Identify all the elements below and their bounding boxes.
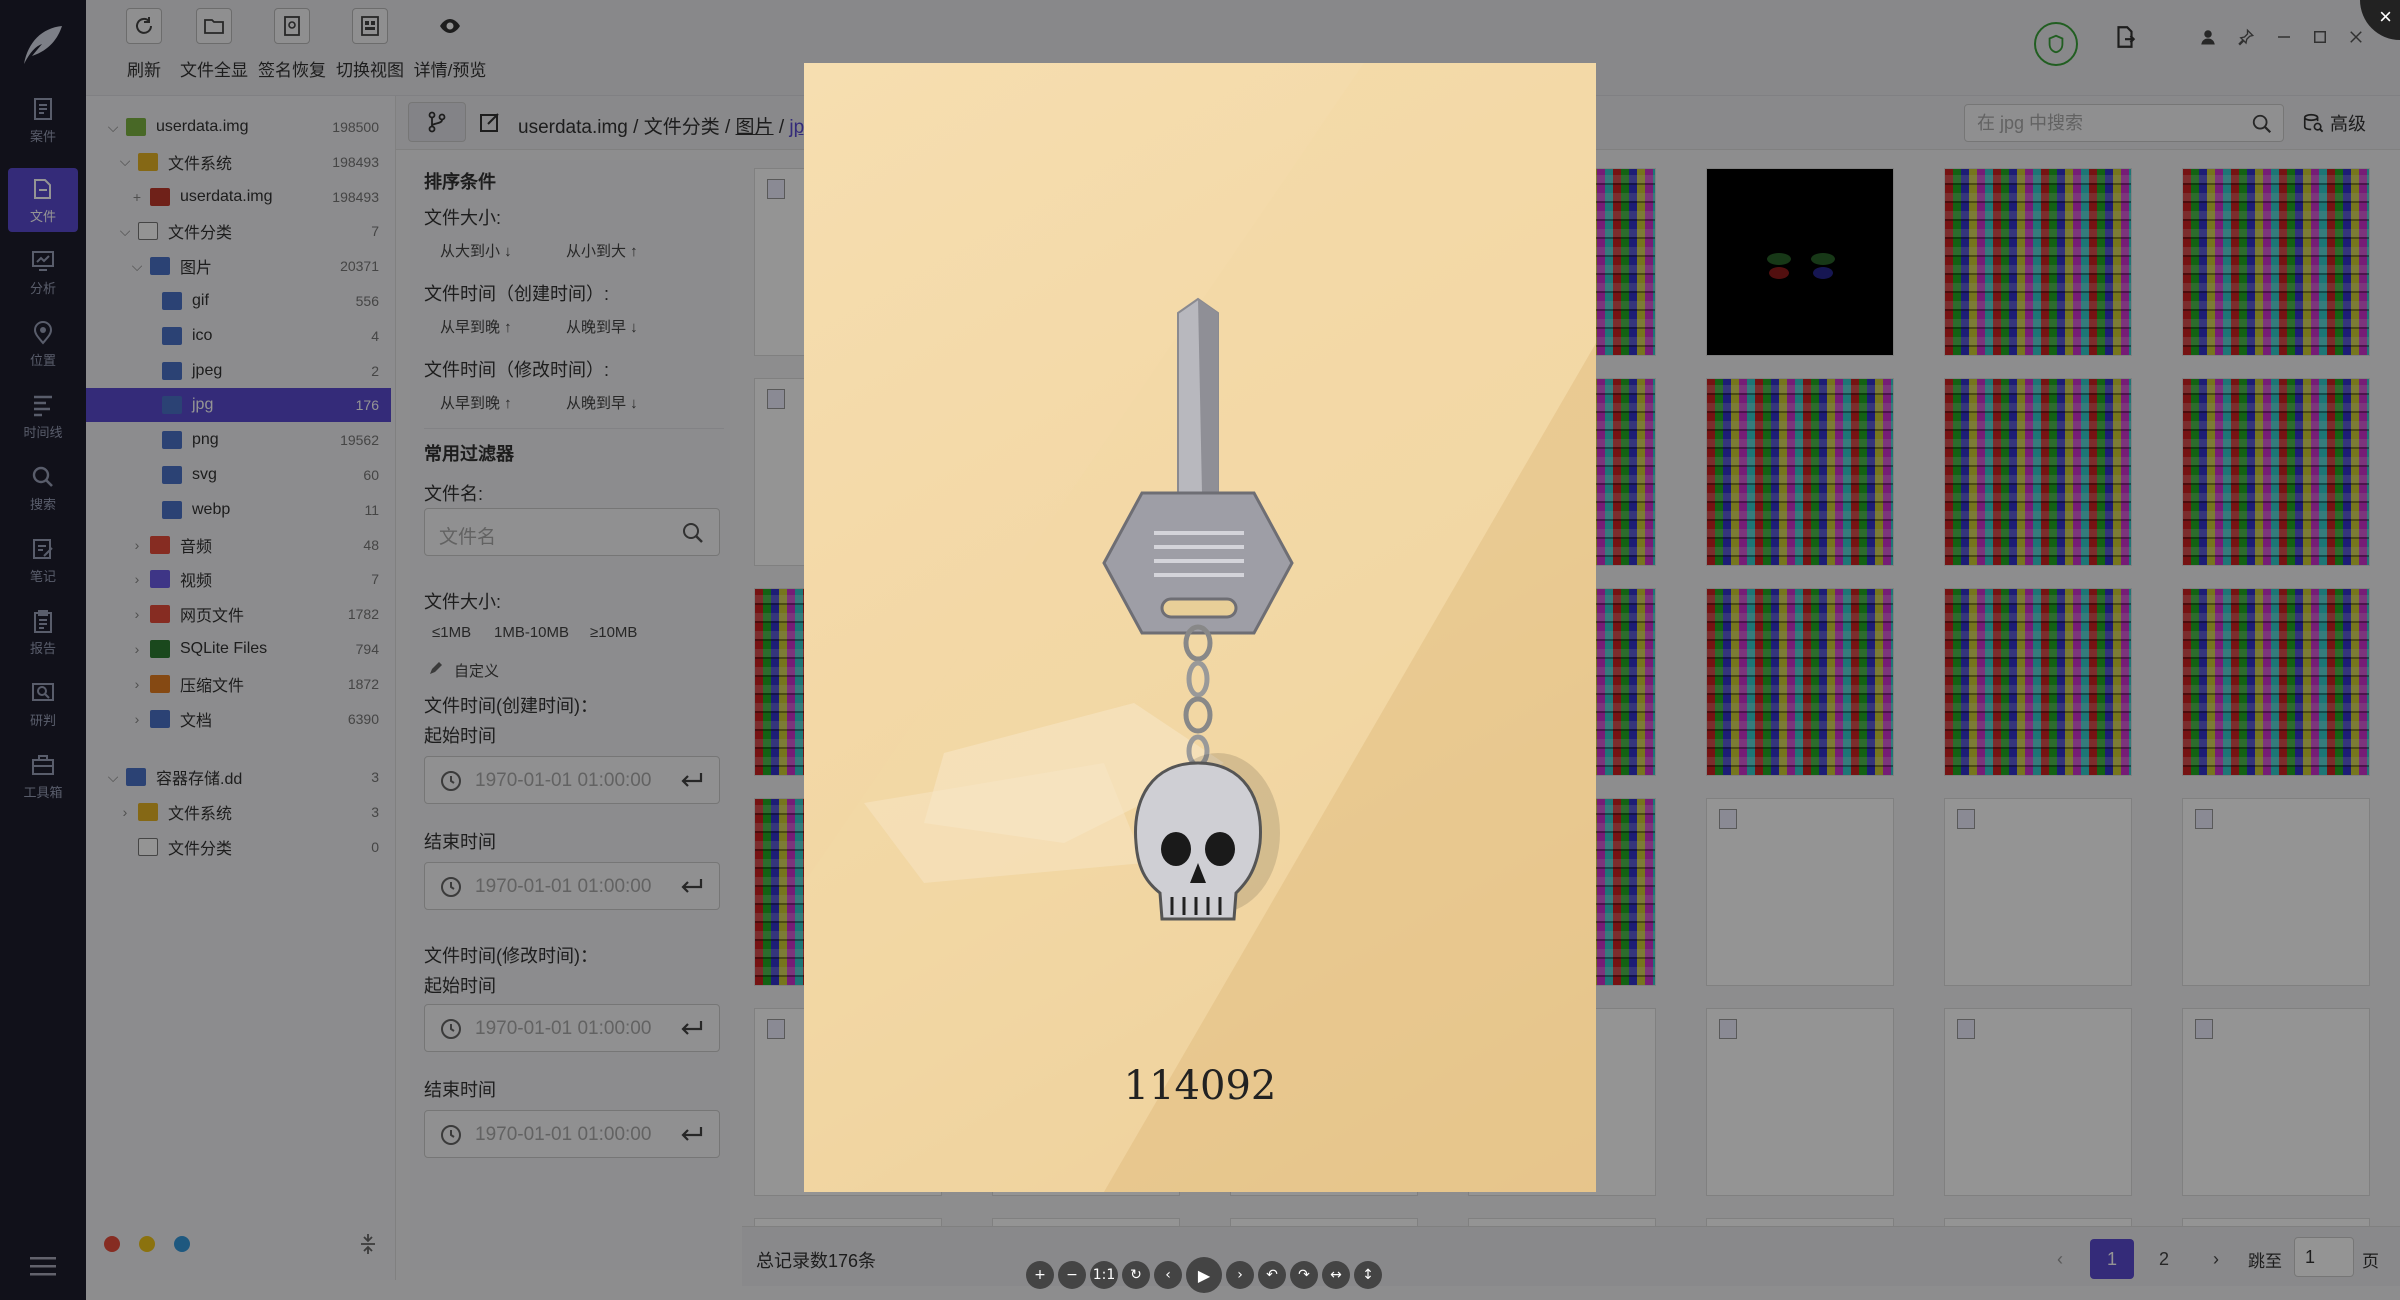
image-preview: 114092 [804, 63, 1596, 1192]
viewer-control-button[interactable]: ▶ [1186, 1257, 1222, 1293]
viewer-control-button[interactable]: ↷ [1290, 1261, 1318, 1289]
viewer-control-button[interactable]: ‹ [1154, 1261, 1182, 1289]
viewer-control-button[interactable]: ↔ [1322, 1261, 1350, 1289]
viewer-control-button[interactable]: − [1058, 1261, 1086, 1289]
viewer-control-button[interactable]: › [1226, 1261, 1254, 1289]
preview-code-text: 114092 [1123, 1063, 1277, 1109]
close-icon: × [2379, 4, 2392, 29]
viewer-control-button[interactable]: ↶ [1258, 1261, 1286, 1289]
viewer-control-button[interactable]: ↻ [1122, 1261, 1150, 1289]
viewer-control-button[interactable]: 1:1 [1090, 1261, 1118, 1289]
viewer-control-button[interactable]: + [1026, 1261, 1054, 1289]
preview-artwork [804, 63, 1596, 1192]
viewer-control-button[interactable]: ↕ [1354, 1261, 1382, 1289]
viewer-controls: + −1:1 ↻ ‹ ▶ › ↶ ↷ ↔ ↕ [1026, 1257, 1386, 1293]
